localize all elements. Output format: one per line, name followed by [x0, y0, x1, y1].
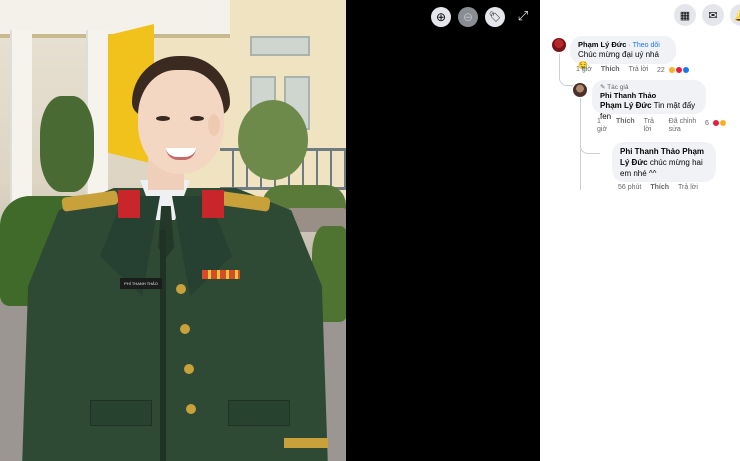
edited-label[interactable]: Đã chỉnh sửa [669, 118, 699, 134]
comments-panel: ▦ ✉ 🔔 Phạm Lý Đức · Theo dõi Chúc mừng đ… [540, 0, 740, 461]
fullscreen-expand-icon[interactable]: ⤢ [516, 9, 530, 23]
tree [40, 96, 94, 192]
reaction-count: 6 [705, 119, 709, 127]
thread-connector [559, 54, 573, 86]
zoom-out-glyph: ⊖ [462, 10, 474, 24]
like-button[interactable]: Thích [601, 66, 620, 73]
collar-insignia-right [202, 190, 224, 218]
reaction-count: 22 [657, 66, 665, 74]
follow-link[interactable]: Theo dõi [633, 42, 660, 49]
top-bar: ▦ ✉ 🔔 [540, 0, 740, 30]
coat-button [184, 364, 194, 374]
mention-link[interactable]: Phạm Lý Đức [600, 101, 652, 110]
service-ribbon [202, 270, 240, 279]
menu-grid-icon[interactable]: ▦ [674, 4, 696, 26]
coat-pocket [90, 400, 152, 426]
building-window [250, 36, 310, 56]
like-button[interactable]: Thích [616, 118, 635, 134]
comment-actions: 1 giờ Thích Trả lời [576, 66, 648, 73]
like-reaction-icon [681, 66, 690, 74]
reply-button[interactable]: Trả lời [678, 184, 698, 191]
author-badge-label: Tác giả [607, 84, 629, 91]
comment-text: Phi Thanh Thảo Phạm Lý Đức chúc mừng hai… [620, 146, 708, 179]
zoom-in-glyph: ⊕ [435, 10, 447, 24]
tree [238, 100, 308, 180]
sleeve-cuff [284, 438, 328, 448]
comment-author[interactable]: Phạm Lý Đức [578, 40, 626, 49]
avatar[interactable] [573, 83, 587, 97]
coat-button [180, 324, 190, 334]
collar-insignia-left [118, 190, 140, 218]
author-badge: ✎ Tác giả [600, 84, 629, 91]
reaction-summary[interactable]: 22 [657, 66, 690, 74]
reaction-summary[interactable]: 6 [705, 119, 727, 127]
eye [156, 116, 170, 121]
reply-button[interactable]: Trả lời [629, 66, 649, 73]
zoom-in-icon[interactable]: ⊕ [431, 7, 451, 27]
comment-time[interactable]: 1 giờ [597, 118, 607, 134]
comment-author[interactable]: Phi Thanh Thảo [600, 91, 698, 100]
avatar[interactable] [552, 38, 566, 52]
tag-icon[interactable]: 🏷 [485, 7, 505, 27]
ear [208, 114, 220, 136]
haha-reaction-icon [718, 119, 727, 127]
zoom-out-icon[interactable]: ⊖ [458, 7, 478, 27]
messenger-icon[interactable]: ✉ [702, 4, 724, 26]
like-button[interactable]: Thích [650, 184, 669, 191]
comment-author-line: Phạm Lý Đức · Theo dõi [578, 40, 660, 49]
comment-actions: 56 phút Thích Trả lời [618, 184, 698, 191]
comment-bubble: Phạm Lý Đức · Theo dõi Chúc mừng đại uý … [570, 36, 676, 70]
notifications-glyph: 🔔 [734, 9, 740, 22]
comment-time[interactable]: 56 phút [618, 184, 641, 191]
comment-bubble: ✎ Tác giả Phi Thanh Thảo Phạm Lý Đức Tin… [592, 80, 706, 121]
tag-glyph: 🏷 [488, 11, 502, 23]
menu-glyph: ▦ [679, 9, 691, 22]
comment-bubble: Phi Thanh Thảo Phạm Lý Đức chúc mừng hai… [612, 142, 716, 182]
portico-roof [0, 0, 230, 38]
avatar-placeholder [597, 147, 609, 159]
notifications-icon[interactable]: 🔔 [730, 4, 740, 26]
coat-button [186, 404, 196, 414]
coat-front-seam [160, 230, 166, 461]
eye [190, 116, 204, 121]
messenger-glyph: ✉ [708, 9, 718, 22]
coat-button [176, 284, 186, 294]
coat-pocket [228, 400, 290, 426]
comment-actions: 1 giờ Thích Trả lời Đã chỉnh sửa [597, 118, 709, 134]
reply-button[interactable]: Trả lời [644, 118, 660, 134]
post-photo: PHÍ THANH THẢO [0, 0, 346, 461]
name-tag: PHÍ THANH THẢO [120, 278, 162, 289]
comment-author[interactable]: Phi Thanh Thảo [620, 147, 680, 156]
comment-time[interactable]: 1 giờ [576, 66, 592, 73]
pillar [10, 30, 32, 210]
